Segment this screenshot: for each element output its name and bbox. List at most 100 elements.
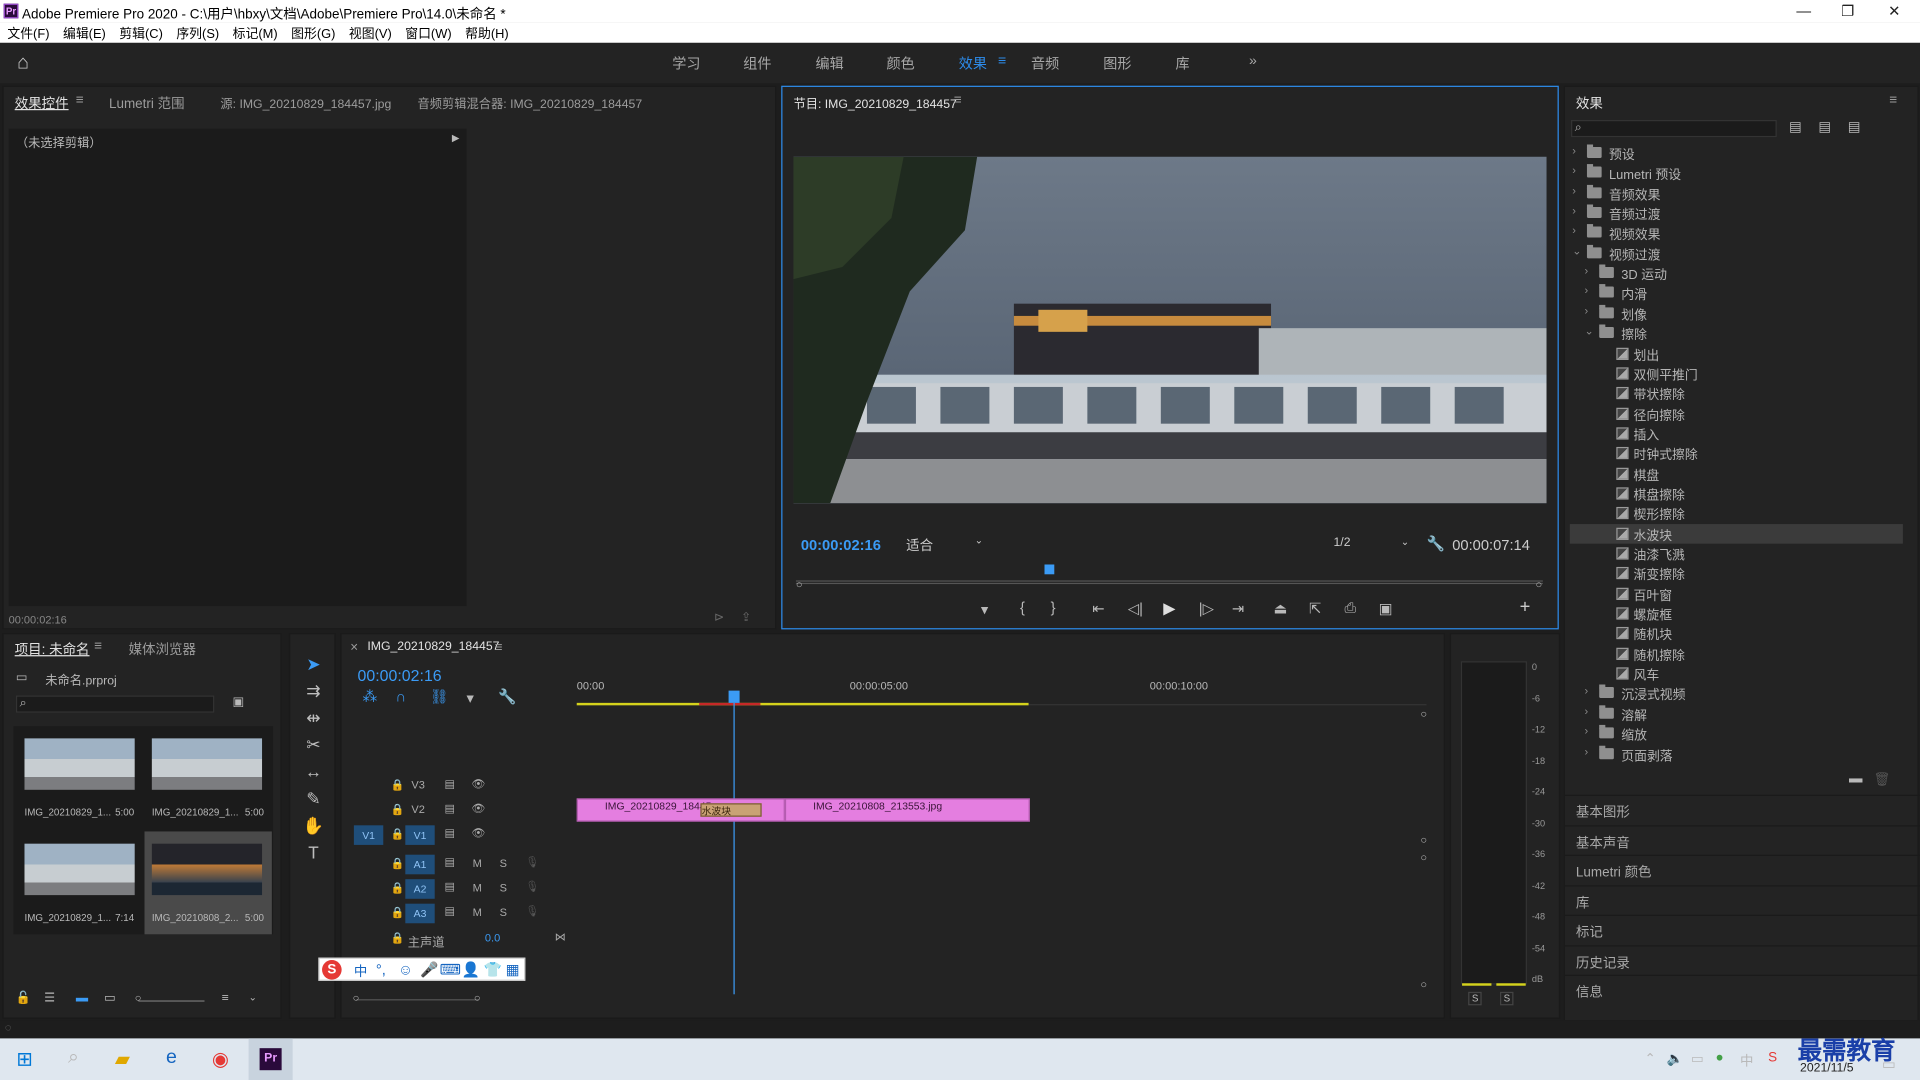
step-forward-icon[interactable]: |▷ <box>1199 600 1214 617</box>
go-to-out-icon[interactable]: ⇥ <box>1232 600 1244 617</box>
tab-media-browser[interactable]: 媒体浏览器 <box>129 639 196 659</box>
master-value[interactable]: 0.0 <box>485 932 500 944</box>
volume-icon[interactable]: 🔈 <box>1667 1051 1684 1067</box>
chevron-down-icon[interactable]: ⌄ <box>1572 245 1581 258</box>
program-playhead[interactable] <box>1044 564 1055 575</box>
add-marker-icon[interactable]: ▾ <box>467 689 474 706</box>
chevron-right-icon[interactable]: › <box>1572 185 1576 197</box>
yuv-effects-icon[interactable]: ▤ <box>1848 119 1861 135</box>
timeline-playhead[interactable] <box>728 690 740 703</box>
menu-sequence[interactable]: 序列(S) <box>176 24 219 42</box>
snap-icon[interactable]: ∩ <box>396 688 407 705</box>
tab-audio-mixer[interactable]: 音频剪辑混合器: IMG_20210829_184457 <box>418 93 643 111</box>
skin-icon[interactable]: 👕 <box>484 961 502 978</box>
wrench-icon[interactable]: 🔧 <box>1427 535 1445 552</box>
expand-arrow-icon[interactable]: ▶ <box>452 132 460 143</box>
source-patch-v1[interactable]: V1 <box>353 825 384 845</box>
effects-tree-item[interactable]: 插入 <box>1570 424 1903 443</box>
effects-tree-item[interactable]: ⌄ 视频过渡 <box>1570 243 1903 263</box>
close-icon[interactable]: ✕ <box>1876 2 1913 19</box>
menu-window[interactable]: 窗口(W) <box>405 24 451 42</box>
tab-lumetri-scopes[interactable]: Lumetri 范围 <box>109 93 185 113</box>
effects-tree-item[interactable]: › 沉浸式视频 <box>1570 684 1903 703</box>
effects-tree-item[interactable]: ⌄ 擦除 <box>1570 323 1903 343</box>
chevron-right-icon[interactable]: › <box>1572 165 1576 177</box>
transition-block[interactable]: 水波块 <box>700 803 762 817</box>
sogou-logo-icon[interactable]: S <box>322 960 342 980</box>
chevron-right-icon[interactable]: › <box>1572 205 1576 217</box>
chevron-down-icon[interactable]: ⌄ <box>249 992 257 1003</box>
delete-icon[interactable]: 🗑 <box>1873 771 1890 788</box>
comparison-view-icon[interactable]: ▣ <box>1379 600 1393 617</box>
lift-icon[interactable]: ⏏ <box>1273 600 1287 617</box>
chevron-right-icon[interactable]: › <box>1585 285 1589 297</box>
effects-search-input[interactable]: ⌕ <box>1571 120 1777 138</box>
effects-tree-item[interactable]: 楔形擦除 <box>1570 504 1903 523</box>
chrome-icon[interactable]: ◉ <box>208 1047 232 1071</box>
effects-section-item[interactable]: 历史记录 <box>1564 944 1920 972</box>
timeline-menu-icon[interactable]: ≡ <box>495 640 503 655</box>
taskbar-premiere[interactable]: Pr <box>248 1038 293 1080</box>
ws-libraries[interactable]: 库 <box>1176 54 1190 74</box>
tray-app-icon[interactable]: ● <box>1716 1051 1724 1066</box>
sync-lock-icon[interactable]: ▤ <box>444 880 454 893</box>
solo-left-button[interactable]: S <box>1468 991 1483 1006</box>
mute-button[interactable]: M <box>473 857 482 869</box>
home-icon[interactable]: ⌂ <box>17 53 29 75</box>
freeform-view-icon[interactable]: ▭ <box>104 992 116 1005</box>
ripple-edit-tool-icon[interactable]: ⇹ <box>302 708 324 730</box>
ws-color[interactable]: 颜色 <box>887 54 915 74</box>
solo-button[interactable]: S <box>500 857 507 869</box>
sync-lock-icon[interactable]: ▤ <box>444 802 454 815</box>
ws-audio[interactable]: 音频 <box>1031 54 1059 74</box>
scroll-handle-icon[interactable]: ○ <box>1420 834 1427 846</box>
chevron-right-icon[interactable]: › <box>1572 144 1576 156</box>
mute-button[interactable]: M <box>473 882 482 894</box>
effects-tree-item[interactable]: 螺旋框 <box>1570 604 1903 623</box>
chevron-right-icon[interactable]: › <box>1585 725 1589 737</box>
menu-marker[interactable]: 标记(M) <box>233 24 278 42</box>
scroll-handle-icon[interactable]: ○ <box>1420 708 1427 720</box>
work-area-bar[interactable] <box>576 702 1029 706</box>
effects-tree-item[interactable]: › 缩放 <box>1570 724 1903 743</box>
effects-tree-item[interactable]: › 预设 <box>1570 143 1903 163</box>
effects-section-item[interactable]: 信息 <box>1564 974 1920 1002</box>
quality-dropdown[interactable]: 1/2 ⌄ <box>1333 536 1419 554</box>
solo-right-button[interactable]: S <box>1500 991 1514 1006</box>
effects-tree-item[interactable]: 带状擦除 <box>1570 383 1903 403</box>
extract-icon[interactable]: ⇱ <box>1309 600 1321 617</box>
lock-icon[interactable]: 🔒 <box>391 779 405 792</box>
lock-icon[interactable]: 🔒 <box>391 906 405 919</box>
edge-icon[interactable]: e <box>159 1047 183 1071</box>
razor-tool-icon[interactable]: ✂ <box>302 735 324 757</box>
project-menu-icon[interactable]: ≡ <box>94 639 102 654</box>
slip-tool-icon[interactable]: ↔ <box>302 762 324 784</box>
effects-menu-icon[interactable]: ≡ <box>1889 93 1897 108</box>
step-back-icon[interactable]: ◁| <box>1128 600 1143 617</box>
ws-effects-menu-icon[interactable]: ≡ <box>998 54 1006 69</box>
menu-file[interactable]: 文件(F) <box>7 24 49 42</box>
scroll-handle-icon[interactable]: ○ <box>1420 851 1427 863</box>
mic-icon[interactable]: 🎙 <box>525 856 539 869</box>
zoom-bar[interactable] <box>795 582 1543 585</box>
notification-icon[interactable]: ▭ <box>1882 1056 1896 1073</box>
file-explorer-icon[interactable]: ▰ <box>110 1047 134 1071</box>
32bit-effects-icon[interactable]: ▤ <box>1818 119 1831 135</box>
effects-tree-item[interactable]: 棋盘擦除 <box>1570 484 1903 503</box>
effects-tree-item[interactable]: 棋盘 <box>1570 464 1903 483</box>
solo-button[interactable]: S <box>500 906 507 918</box>
effects-tree-item[interactable]: › 音频过渡 <box>1570 203 1903 223</box>
lock-icon[interactable]: 🔒 <box>391 857 405 870</box>
accelerated-effects-icon[interactable]: ▤ <box>1789 119 1802 135</box>
thumb-1[interactable] <box>151 738 263 790</box>
minimize-icon[interactable]: — <box>1785 2 1822 19</box>
lock-icon[interactable]: 🔒 <box>391 803 405 816</box>
pen-tool-icon[interactable]: ✎ <box>302 789 324 811</box>
effects-section-item[interactable]: 基本图形 <box>1564 794 1920 822</box>
zoom-handle-right-icon[interactable]: ○ <box>1536 578 1543 590</box>
zoom-handle-left-icon[interactable]: ○ <box>796 578 803 590</box>
chevron-right-icon[interactable]: › <box>1585 705 1589 717</box>
program-ruler[interactable] <box>795 564 1543 582</box>
tab-project[interactable]: 项目: 未命名 <box>15 639 90 659</box>
ws-more-icon[interactable]: » <box>1249 54 1257 69</box>
